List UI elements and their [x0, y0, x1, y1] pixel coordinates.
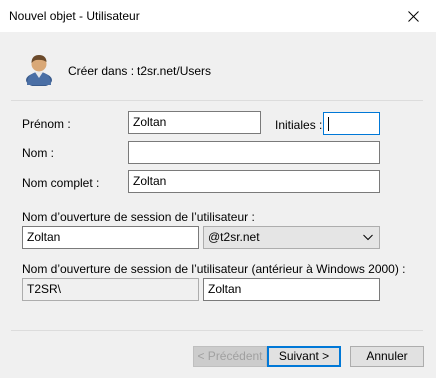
pre2000-logon-field[interactable]: Zoltan	[203, 278, 380, 301]
close-button[interactable]	[390, 0, 436, 32]
new-user-dialog: Nouvel objet - Utilisateur Créer dans : …	[0, 0, 436, 378]
initials-field[interactable]	[323, 112, 380, 135]
previous-button[interactable]: < Précédent	[193, 346, 267, 367]
title-bar: Nouvel objet - Utilisateur	[0, 0, 436, 33]
upn-suffix-dropdown[interactable]: @t2sr.net	[203, 226, 380, 249]
full-name-field[interactable]: Zoltan	[128, 170, 380, 193]
last-name-label: Nom :	[22, 146, 55, 160]
text-caret	[328, 117, 329, 131]
pre2000-domain-field: T2SR\	[22, 278, 199, 301]
window-title: Nouvel objet - Utilisateur	[9, 9, 140, 23]
first-name-field[interactable]: Zoltan	[128, 111, 261, 134]
last-name-field[interactable]	[128, 141, 380, 164]
user-icon	[26, 55, 52, 86]
chevron-down-icon	[363, 234, 373, 241]
pre2000-logon-label: Nom d’ouverture de session de l’utilisat…	[22, 262, 406, 276]
full-name-label: Nom complet :	[22, 176, 100, 190]
create-in-path: t2sr.net/Users	[137, 64, 212, 78]
first-name-label: Prénom :	[22, 117, 71, 131]
logon-name-field[interactable]: Zoltan	[22, 226, 199, 249]
separator	[11, 330, 423, 331]
create-in-label: Créer dans :	[68, 64, 135, 78]
logon-name-label: Nom d’ouverture de session de l’utilisat…	[22, 210, 255, 224]
next-button[interactable]: Suivant >	[267, 346, 341, 367]
initials-label: Initiales :	[275, 118, 323, 132]
close-icon	[407, 10, 419, 22]
upn-suffix-value: @t2sr.net	[208, 230, 260, 244]
cancel-button[interactable]: Annuler	[350, 346, 424, 367]
separator	[11, 100, 423, 101]
